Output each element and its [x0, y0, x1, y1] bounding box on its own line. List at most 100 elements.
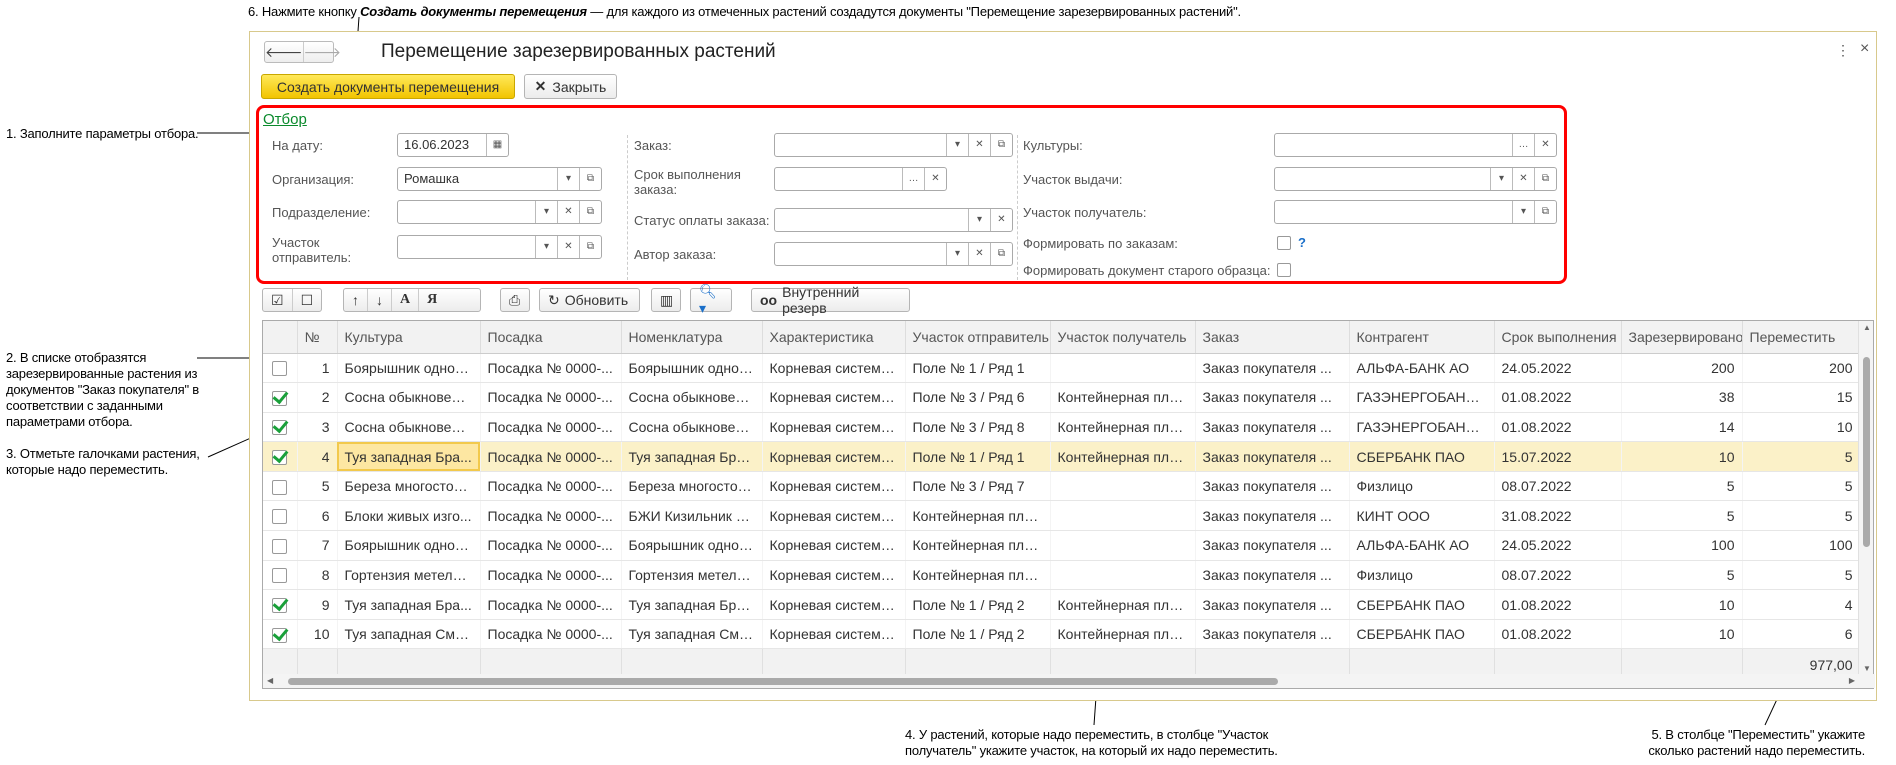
cell-reserved[interactable]: 10: [1621, 589, 1743, 620]
cell-culture[interactable]: Гортензия метельч...: [337, 560, 481, 591]
table-row[interactable]: 7 Боярышник одноп... Посадка № 0000-... Боя…: [263, 530, 1861, 561]
dropdown-icon[interactable]: ▾: [1490, 168, 1512, 190]
row-checkbox[interactable]: [272, 449, 288, 465]
row-checkbox[interactable]: [272, 597, 288, 613]
cell-sender-plot[interactable]: Поле № 1 / Ряд 1: [905, 441, 1051, 472]
cell-planting[interactable]: Посадка № 0000-...: [480, 560, 622, 591]
cell-sender-plot[interactable]: Поле № 1 / Ряд 2: [905, 619, 1051, 650]
cell-deadline[interactable]: 24.05.2022: [1494, 353, 1622, 384]
cell-characteristic[interactable]: Корневая система...: [762, 441, 906, 472]
cell-culture[interactable]: Боярышник одноп...: [337, 530, 481, 561]
close-window-icon[interactable]: ×: [1860, 40, 1869, 58]
table-row[interactable]: 2 Сосна обыкновенная Посадка № 0000-... Сос…: [263, 382, 1861, 413]
cell-sender-plot[interactable]: Поле № 3 / Ряд 8: [905, 412, 1051, 443]
cell-nomenclature[interactable]: БЖИ Кизильник бл...: [621, 500, 763, 532]
clear-icon[interactable]: ✕: [557, 236, 579, 258]
dropdown-icon[interactable]: ▾: [535, 236, 557, 258]
cell-deadline[interactable]: 01.08.2022: [1494, 589, 1622, 620]
cell-planting[interactable]: Посадка № 0000-...: [480, 353, 622, 384]
column-header-planting[interactable]: Посадка: [480, 321, 622, 354]
cell-counterparty[interactable]: СБЕРБАНК ПАО: [1349, 619, 1495, 650]
cell-move[interactable]: 6: [1742, 619, 1861, 650]
cell-nomenclature[interactable]: Сосна обыкновенн...: [621, 412, 763, 443]
cell-receiver-plot[interactable]: Контейнерная пло...: [1050, 619, 1196, 650]
cell-order[interactable]: Заказ покупателя ...: [1195, 619, 1350, 650]
dept-field[interactable]: ▾ ✕ ⧉: [397, 200, 602, 224]
dropdown-icon[interactable]: ▾: [557, 168, 579, 190]
cell-sender-plot[interactable]: Поле № 1 / Ряд 1: [905, 353, 1051, 384]
cell-receiver-plot[interactable]: [1050, 500, 1196, 532]
cell-number[interactable]: 5: [297, 471, 338, 502]
cell-characteristic[interactable]: Корневая система...: [762, 353, 906, 384]
cell-characteristic[interactable]: Корневая система...: [762, 530, 906, 561]
column-header-receiver-plot[interactable]: Участок получатель: [1050, 321, 1196, 354]
cell-culture[interactable]: Сосна обыкновенная: [337, 382, 481, 413]
refresh-button[interactable]: ↻ Обновить: [539, 288, 640, 312]
cell-order[interactable]: Заказ покупателя ...: [1195, 441, 1350, 472]
column-header-counterparty[interactable]: Контрагент: [1349, 321, 1495, 354]
row-checkbox[interactable]: [272, 390, 288, 406]
create-documents-button[interactable]: Создать документы перемещения: [261, 74, 515, 99]
sort-desc-icon[interactable]: ↓: [367, 289, 391, 311]
receiver-field[interactable]: ▾ ⧉: [1274, 200, 1557, 224]
clear-icon[interactable]: ✕: [1512, 168, 1534, 190]
cell-planting[interactable]: Посадка № 0000-...: [480, 382, 622, 413]
cell-culture[interactable]: Блоки живых изго...: [337, 500, 481, 532]
cell-number[interactable]: 6: [297, 500, 338, 532]
row-checkbox[interactable]: [272, 538, 288, 554]
cell-reserved[interactable]: 10: [1621, 619, 1743, 650]
cell-sender-plot[interactable]: Контейнерная пло...: [905, 560, 1051, 591]
cell-order[interactable]: Заказ покупателя ...: [1195, 589, 1350, 620]
cell-culture[interactable]: Боярышник одноп...: [337, 353, 481, 384]
cell-counterparty[interactable]: АЛЬФА-БАНК АО: [1349, 530, 1495, 561]
cell-planting[interactable]: Посадка № 0000-...: [480, 619, 622, 650]
cell-receiver-plot[interactable]: [1050, 530, 1196, 561]
uncheck-all-icon[interactable]: ☐: [291, 289, 322, 311]
sender-field[interactable]: ▾ ✕ ⧉: [397, 235, 602, 259]
date-field[interactable]: 16.06.2023 ▦: [397, 133, 509, 157]
column-header-number[interactable]: №: [297, 321, 338, 354]
cell-characteristic[interactable]: Корневая система...: [762, 560, 906, 591]
cell-number[interactable]: 3: [297, 412, 338, 443]
cell-reserved[interactable]: 200: [1621, 353, 1743, 384]
dropdown-icon[interactable]: ▾: [1512, 201, 1534, 223]
column-header-sender-plot[interactable]: Участок отправитель: [905, 321, 1051, 354]
cell-reserved[interactable]: 5: [1621, 560, 1743, 591]
cell-deadline[interactable]: 01.08.2022: [1494, 619, 1622, 650]
cell-nomenclature[interactable]: Береза многостово...: [621, 471, 763, 502]
cell-order[interactable]: Заказ покупателя ...: [1195, 412, 1350, 443]
cell-deadline[interactable]: 15.07.2022: [1494, 441, 1622, 472]
cell-counterparty[interactable]: СБЕРБАНК ПАО: [1349, 441, 1495, 472]
row-checkbox[interactable]: [272, 479, 288, 495]
cell-order[interactable]: Заказ покупателя ...: [1195, 471, 1350, 502]
open-icon[interactable]: ⧉: [1534, 201, 1556, 223]
cell-sender-plot[interactable]: Поле № 3 / Ряд 6: [905, 382, 1051, 413]
cell-receiver-plot[interactable]: Контейнерная пло...: [1050, 589, 1196, 620]
cell-deadline[interactable]: 31.08.2022: [1494, 500, 1622, 532]
cell-move[interactable]: 10: [1742, 412, 1861, 443]
column-header-move[interactable]: Переместить: [1742, 321, 1861, 354]
cell-receiver-plot[interactable]: [1050, 353, 1196, 384]
cell-move[interactable]: 200: [1742, 353, 1861, 384]
sort-ya-icon[interactable]: Я: [418, 289, 445, 311]
filter-toggle-link[interactable]: Отбор: [263, 111, 307, 128]
open-icon[interactable]: ⧉: [990, 134, 1012, 156]
columns-button[interactable]: ▥: [651, 288, 681, 312]
cell-move[interactable]: 15: [1742, 382, 1861, 413]
cell-receiver-plot[interactable]: Контейнерная пло...: [1050, 382, 1196, 413]
column-header-nomenclature[interactable]: Номенклатура: [621, 321, 763, 354]
cell-deadline[interactable]: 24.05.2022: [1494, 530, 1622, 561]
horizontal-scrollbar[interactable]: ◀ ▶: [263, 674, 1875, 688]
cell-planting[interactable]: Посадка № 0000-...: [480, 471, 622, 502]
dropdown-icon[interactable]: ▾: [968, 209, 990, 231]
close-button[interactable]: ✕ Закрыть: [524, 74, 617, 99]
clear-icon[interactable]: ✕: [968, 243, 990, 265]
column-header-reserved[interactable]: Зарезервировано: [1621, 321, 1743, 354]
cell-characteristic[interactable]: Корневая система...: [762, 412, 906, 443]
cell-deadline[interactable]: 01.08.2022: [1494, 412, 1622, 443]
cell-characteristic[interactable]: Корневая система...: [762, 382, 906, 413]
row-checkbox[interactable]: [272, 627, 288, 643]
cell-culture[interactable]: Сосна обыкновенная: [337, 412, 481, 443]
cell-order[interactable]: Заказ покупателя ...: [1195, 382, 1350, 413]
order-field[interactable]: ▾ ✕ ⧉: [774, 133, 1013, 157]
